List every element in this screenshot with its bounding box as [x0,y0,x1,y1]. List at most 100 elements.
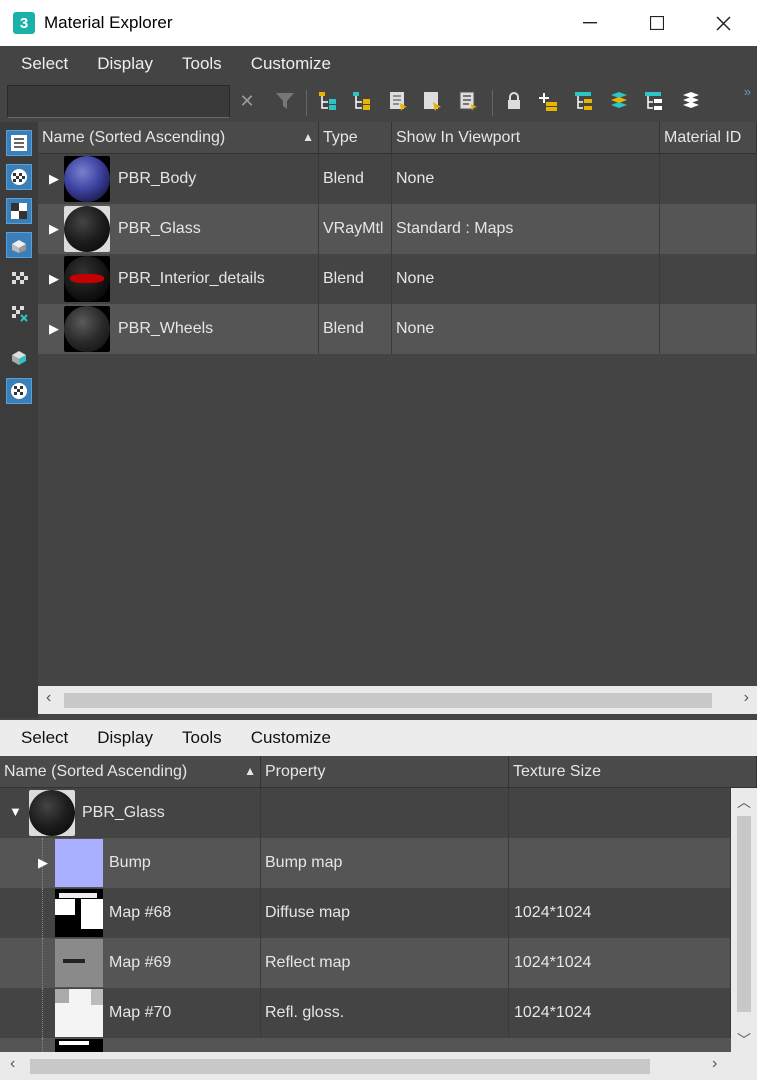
hierarchy-icon[interactable] [573,90,595,112]
menu-display[interactable]: Display [97,54,167,74]
material-name: PBR_Body [112,154,319,204]
window-title: Material Explorer [44,13,173,32]
property [261,788,509,838]
object-icon[interactable] [6,232,32,258]
table-row[interactable]: ▶ PBR_Wheels Blend None [38,304,757,354]
select-all-icon[interactable] [457,90,479,112]
display-list-icon[interactable] [6,130,32,156]
map-name: Bump [103,838,261,888]
layers-icon[interactable] [680,90,702,112]
col-header-type[interactable]: Type [319,122,392,154]
select-dependents-icon[interactable] [350,90,372,112]
col-header-name[interactable]: Name (Sorted Ascending) ▲ [38,122,319,154]
expand-arrow-icon[interactable]: ▶ [49,171,59,187]
show-in-viewport[interactable]: None [392,254,660,304]
minimize-button[interactable] [556,0,623,46]
texture-size [509,838,731,888]
material-id [660,304,757,354]
material-id [660,254,757,304]
lock-icon[interactable] [503,90,525,112]
bottom-horizontal-scrollbar[interactable]: ‹ › [0,1052,757,1080]
material-id [660,154,757,204]
clear-search-icon[interactable]: ✕ [236,90,258,112]
col-header-name[interactable]: Name (Sorted Ascending) ▲ [0,756,261,788]
invert-selection-icon[interactable] [387,90,409,112]
select-children-icon[interactable] [316,90,338,112]
top-horizontal-scrollbar[interactable]: ‹ › [38,686,757,714]
table-row[interactable]: ▶ PBR_Glass VRayMtl Standard : Maps [38,204,757,254]
scrollbar-thumb[interactable] [737,816,751,1012]
add-icon[interactable] [537,90,559,112]
toolbar: ✕ » [0,82,757,122]
table-row[interactable]: Map #68 Diffuse map 1024*1024 [0,888,731,938]
material-type: VRayMtl [319,204,392,254]
scene-object-icon[interactable] [6,344,32,370]
bottom-vertical-scrollbar[interactable]: ︿ ﹀ [731,788,757,1054]
top-menu-bar: Select Display Tools Customize [0,46,757,82]
menu-customize[interactable]: Customize [251,728,345,748]
title-bar: 3 Material Explorer [0,0,757,46]
show-in-viewport[interactable]: None [392,154,660,204]
col-header-property[interactable]: Property [261,756,509,788]
map-name: Map #69 [103,938,261,988]
scroll-left-icon[interactable]: ‹ [10,1055,15,1073]
col-header-show-in-viewport[interactable]: Show In Viewport [392,122,660,154]
map-property: Refl. gloss. [261,988,509,1038]
menu-select[interactable]: Select [21,54,82,74]
map-name: Map #70 [103,988,261,1038]
search-input[interactable] [7,85,230,118]
texture-size: 1024*1024 [509,888,731,938]
checker-map-icon[interactable] [6,198,32,224]
material-id [660,204,757,254]
show-in-viewport[interactable]: None [392,304,660,354]
table-row[interactable]: ▶ PBR_Interior_details Blend None [38,254,757,304]
layers-stack-icon[interactable] [608,90,630,112]
table-row[interactable]: ▶ Bump Bump map [0,838,731,888]
table-row-parent[interactable]: ▼ PBR_Glass [0,788,731,838]
scroll-left-icon[interactable]: ‹ [46,689,51,707]
col-header-texture-size[interactable]: Texture Size [509,756,757,788]
table-row[interactable]: Map #69 Reflect map 1024*1024 [0,938,731,988]
material-name: PBR_Glass [77,788,261,838]
expand-arrow-icon[interactable]: ▶ [49,271,59,287]
collapse-arrow-icon[interactable]: ▼ [9,804,22,819]
overflow-chevron-icon[interactable]: » [744,84,751,99]
scrollbar-thumb[interactable] [30,1059,650,1074]
close-button[interactable] [690,0,757,46]
material-thumbnail [64,156,110,202]
texture-size [509,788,731,838]
material-thumbnail [64,206,110,252]
filter-icon[interactable] [274,90,296,112]
scroll-down-icon[interactable]: ﹀ [737,1030,751,1050]
map-property: Bump map [261,838,509,888]
scrollbar-thumb[interactable] [64,693,712,708]
unused-map-icon[interactable] [6,300,32,326]
expand-arrow-icon[interactable]: ▶ [38,855,48,871]
material-globe-icon[interactable] [6,378,32,404]
scroll-right-icon[interactable]: › [712,1055,717,1073]
expand-arrow-icon[interactable]: ▶ [49,221,59,237]
map-thumbnail [55,939,103,987]
menu-display[interactable]: Display [97,728,167,748]
material-type: Blend [319,154,392,204]
col-header-material-id[interactable]: Material ID [660,122,757,154]
menu-customize[interactable]: Customize [251,54,345,74]
scroll-up-icon[interactable]: ︿ [737,792,751,812]
select-none-icon[interactable] [421,90,443,112]
expand-arrow-icon[interactable]: ▶ [49,321,59,337]
menu-tools[interactable]: Tools [182,728,236,748]
material-sphere-icon[interactable] [6,164,32,190]
map-name: Map #68 [103,888,261,938]
scroll-right-icon[interactable]: › [744,689,749,707]
map-checker-icon[interactable] [6,266,32,292]
menu-tools[interactable]: Tools [182,54,236,74]
table-row[interactable]: ▶ PBR_Body Blend None [38,154,757,204]
maximize-button[interactable] [623,0,690,46]
map-thumbnail [55,989,103,1037]
hierarchy-alt-icon[interactable] [643,90,665,112]
show-in-viewport[interactable]: Standard : Maps [392,204,660,254]
menu-select[interactable]: Select [21,728,82,748]
table-row[interactable]: Map #70 Refl. gloss. 1024*1024 [0,988,731,1038]
left-toolbar [0,122,38,718]
bottom-menu-bar: Select Display Tools Customize [0,720,757,756]
